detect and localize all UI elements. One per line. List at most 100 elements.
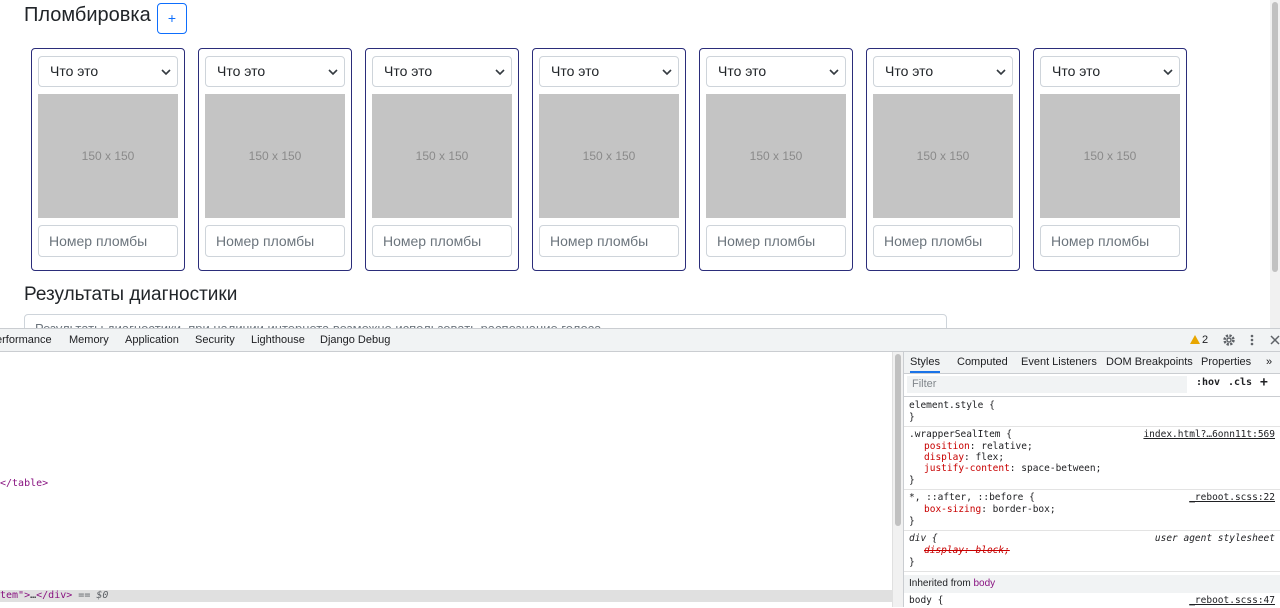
- seal-type-select[interactable]: Что это: [1040, 56, 1180, 87]
- tab-computed[interactable]: Computed: [957, 352, 1008, 373]
- new-style-rule-button[interactable]: +: [1260, 375, 1268, 390]
- settings-gear-icon[interactable]: [1222, 333, 1236, 347]
- seal-number-input[interactable]: Номер пломбы: [873, 225, 1013, 257]
- seal-type-select[interactable]: Что это: [539, 56, 679, 87]
- seal-type-select-value: Что это: [885, 63, 934, 79]
- tab-performance[interactable]: erformance: [0, 329, 52, 351]
- styles-tabbar: Styles Computed Event Listeners DOM Brea…: [904, 352, 1280, 374]
- css-declaration-overridden: display: block;: [924, 545, 1010, 556]
- seal-image-placeholder[interactable]: 150 x 150: [706, 94, 846, 218]
- tab-properties[interactable]: Properties: [1201, 352, 1251, 373]
- dom-table-close-tag[interactable]: </table>: [0, 478, 48, 489]
- styles-filter-bar: Filter :hov .cls +: [904, 374, 1280, 397]
- css-property: display: [924, 545, 965, 556]
- css-property: position: [924, 441, 970, 452]
- tab-dom-breakpoints[interactable]: DOM Breakpoints: [1106, 352, 1193, 373]
- page-scrollbar[interactable]: [1270, 0, 1280, 328]
- seal-number-input[interactable]: Номер пломбы: [706, 225, 846, 257]
- seal-number-input[interactable]: Номер пломбы: [1040, 225, 1180, 257]
- warning-icon: [1190, 335, 1200, 344]
- css-declaration[interactable]: display: flex;: [924, 452, 1004, 463]
- rule-source-link[interactable]: _reboot.scss:22: [1189, 492, 1275, 503]
- css-property: box-sizing: [924, 504, 982, 515]
- chevron-down-icon: [829, 69, 839, 76]
- diagnostics-title: Результаты диагностики: [24, 284, 238, 305]
- seal-items-row: Что это 150 x 150 Номер пломбы Что это 1…: [31, 48, 1191, 271]
- rule-close-brace: }: [909, 475, 915, 486]
- devtools-panel: erformance Memory Application Security L…: [0, 328, 1280, 607]
- style-rule-wrapper-seal-item: .wrapperSealItem { index.html?…6onn11t:5…: [904, 427, 1280, 490]
- styles-filter-input[interactable]: Filter: [907, 376, 1187, 393]
- tab-memory[interactable]: Memory: [69, 329, 109, 351]
- seal-number-input[interactable]: Номер пломбы: [205, 225, 345, 257]
- tab-application[interactable]: Application: [125, 329, 179, 351]
- css-value: relative;: [981, 441, 1033, 452]
- inherited-tag-link[interactable]: body: [973, 578, 995, 589]
- seal-type-select[interactable]: Что это: [706, 56, 846, 87]
- rule-close-brace: }: [909, 516, 915, 527]
- tab-django-debug[interactable]: Django Debug: [320, 329, 390, 351]
- cls-toggle[interactable]: .cls: [1228, 377, 1252, 388]
- page-content: Пломбировка + Что это 150 x 150 Номер пл…: [0, 0, 1280, 328]
- seal-number-input[interactable]: Номер пломбы: [372, 225, 512, 257]
- rule-selector[interactable]: *, ::after, ::before {: [909, 492, 1035, 503]
- seal-card: Что это 150 x 150 Номер пломбы: [866, 48, 1020, 271]
- tab-lighthouse[interactable]: Lighthouse: [251, 329, 305, 351]
- elements-scrollbar-thumb[interactable]: [895, 354, 901, 526]
- add-seal-button[interactable]: +: [157, 3, 187, 34]
- page-scrollbar-thumb[interactable]: [1272, 2, 1278, 272]
- rule-close-brace: }: [909, 557, 915, 568]
- more-tabs-chevron[interactable]: »: [1266, 352, 1272, 373]
- rule-source-link[interactable]: _reboot.scss:47: [1189, 595, 1275, 606]
- seal-image-placeholder[interactable]: 150 x 150: [539, 94, 679, 218]
- seal-card: Что это 150 x 150 Номер пломбы: [365, 48, 519, 271]
- chevron-down-icon: [328, 69, 338, 76]
- seal-card: Что это 150 x 150 Номер пломбы: [31, 48, 185, 271]
- inherited-from-header: Inherited from body: [904, 575, 1280, 593]
- chevron-down-icon: [161, 69, 171, 76]
- rule-selector[interactable]: .wrapperSealItem {: [909, 429, 1012, 440]
- elements-scrollbar[interactable]: [892, 352, 903, 607]
- style-rule-universal: *, ::after, ::before { _reboot.scss:22 b…: [904, 490, 1280, 531]
- seal-type-select[interactable]: Что это: [38, 56, 178, 87]
- hov-toggle[interactable]: :hov: [1196, 377, 1220, 388]
- seal-type-select-value: Что это: [384, 63, 433, 79]
- diagnostics-textarea[interactable]: Результаты диагностики, при наличии инте…: [24, 314, 947, 328]
- chevron-down-icon: [1163, 69, 1173, 76]
- rule-selector[interactable]: element.style {: [909, 400, 995, 411]
- selected-node-close: </div>: [36, 590, 73, 601]
- tab-security[interactable]: Security: [195, 329, 235, 351]
- seal-number-input[interactable]: Номер пломбы: [539, 225, 679, 257]
- warnings-badge[interactable]: 2: [1190, 329, 1208, 351]
- rule-source-label: user agent stylesheet: [1154, 533, 1275, 544]
- seal-image-placeholder[interactable]: 150 x 150: [873, 94, 1013, 218]
- warning-count: 2: [1202, 334, 1209, 346]
- devtools-tabbar: erformance Memory Application Security L…: [0, 329, 1280, 352]
- seal-image-placeholder[interactable]: 150 x 150: [1040, 94, 1180, 218]
- seal-type-select[interactable]: Что это: [873, 56, 1013, 87]
- seal-image-placeholder[interactable]: 150 x 150: [38, 94, 178, 218]
- chevron-down-icon: [662, 69, 672, 76]
- more-options-icon[interactable]: [1250, 334, 1254, 346]
- css-value: flex;: [975, 452, 1005, 463]
- rule-selector[interactable]: body {: [909, 595, 943, 606]
- rule-source-link[interactable]: index.html?…6onn11t:569: [1143, 429, 1275, 440]
- seal-type-select-value: Что это: [1052, 63, 1101, 79]
- css-declaration[interactable]: position: relative;: [924, 441, 1033, 452]
- seal-type-select[interactable]: Что это: [205, 56, 345, 87]
- tab-styles[interactable]: Styles: [910, 352, 940, 373]
- seal-section-title: Пломбировка: [24, 4, 151, 26]
- seal-image-placeholder[interactable]: 150 x 150: [372, 94, 512, 218]
- css-declaration[interactable]: justify-content: space-between;: [924, 463, 1101, 474]
- styles-pane: Styles Computed Event Listeners DOM Brea…: [903, 352, 1280, 607]
- css-declaration[interactable]: box-sizing: border-box;: [924, 504, 1056, 515]
- selected-node-marker: == $0: [78, 590, 109, 601]
- seal-image-placeholder[interactable]: 150 x 150: [205, 94, 345, 218]
- tab-event-listeners[interactable]: Event Listeners: [1021, 352, 1097, 373]
- close-devtools-icon[interactable]: [1270, 335, 1280, 345]
- css-value: border-box;: [992, 504, 1056, 515]
- seal-type-select[interactable]: Что это: [372, 56, 512, 87]
- seal-number-input[interactable]: Номер пломбы: [38, 225, 178, 257]
- selected-dom-node[interactable]: tem">…</div> == $0: [0, 590, 892, 602]
- seal-type-select-value: Что это: [217, 63, 266, 79]
